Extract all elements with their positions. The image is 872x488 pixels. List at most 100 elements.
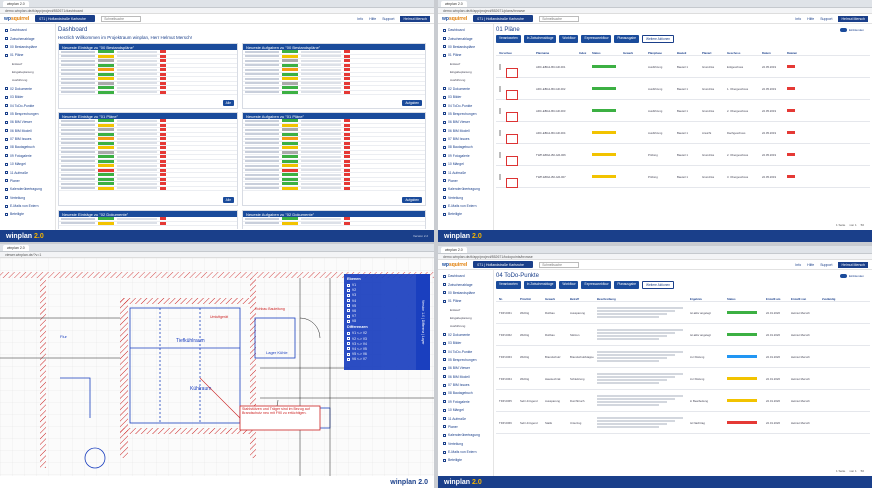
table-row[interactable]: ARC-EBG1-B0-GR-002 Ausführung Bauteil 1 Gru… <box>496 78 870 100</box>
file-badge[interactable] <box>160 86 166 90</box>
file-badge[interactable] <box>787 109 795 112</box>
sidebar-item[interactable]: Beteiligte <box>438 456 493 464</box>
table-row[interactable]: TDP-0066 Sehr dringend Statik Unterzug ist N… <box>496 412 870 434</box>
file-badge[interactable] <box>344 77 350 81</box>
checkbox-icon[interactable] <box>347 337 350 340</box>
layer-item[interactable]: V4 <-> V5 <box>347 347 413 351</box>
sidebar-item[interactable]: Verteilung <box>0 194 55 202</box>
sidebar-item[interactable]: 02 Dokumente <box>438 85 493 93</box>
nav-info[interactable]: Info <box>795 263 801 267</box>
sidebar-item[interactable]: Planer <box>438 177 493 185</box>
column-header[interactable]: Betreff <box>570 297 594 301</box>
file-badge[interactable] <box>160 123 166 127</box>
sidebar-item[interactable]: 02 Dokumente <box>438 331 493 339</box>
toolbar-button[interactable]: Workflow <box>559 35 579 44</box>
file-badge[interactable] <box>344 63 350 67</box>
file-badge[interactable] <box>344 186 350 190</box>
file-badge[interactable] <box>344 119 350 123</box>
sidebar-item[interactable]: 04 ToDo-Punkte <box>438 347 493 355</box>
file-badge[interactable] <box>344 217 350 221</box>
file-badge[interactable] <box>344 128 350 132</box>
file-badge[interactable] <box>344 177 350 181</box>
column-header[interactable]: Bauteil <box>677 51 699 55</box>
toolbar-button[interactable]: Verantworten <box>496 35 521 44</box>
table-row[interactable] <box>243 90 425 95</box>
sidebar-item[interactable]: 10 Mängel <box>438 160 493 168</box>
browser-tab[interactable]: winplan 2.0 <box>441 246 467 253</box>
column-header[interactable]: Status <box>727 297 763 301</box>
sidebar-item[interactable]: E-Mails von Extern <box>438 202 493 210</box>
file-badge[interactable] <box>344 146 350 150</box>
layer-item[interactable]: V5 <-> V6 <box>347 352 413 356</box>
toolbar-button[interactable]: In Zwischenablage <box>523 281 557 290</box>
checkbox-icon[interactable] <box>347 342 350 346</box>
quick-search-input[interactable]: Schnellsuche <box>539 261 580 268</box>
sidebar-item[interactable]: Entwurf <box>438 306 493 314</box>
toolbar-button[interactable]: Weitere Aktionen <box>642 35 675 44</box>
file-badge[interactable] <box>787 175 795 178</box>
layer-item[interactable]: V3 <box>347 293 413 297</box>
file-badge[interactable] <box>787 153 795 156</box>
nav-info[interactable]: Info <box>357 17 363 21</box>
file-badge[interactable] <box>160 54 166 58</box>
nav-help[interactable]: Hilfe <box>369 17 376 21</box>
viewer-side-tab[interactable]: Version 1.0 | Differenz | Layer <box>416 274 430 370</box>
sidebar-item[interactable]: 00 Bestandspläne <box>438 43 493 51</box>
column-header[interactable]: Geschoss <box>727 51 759 55</box>
checkbox-icon[interactable] <box>347 309 350 313</box>
toolbar-button[interactable]: Planausgabe <box>614 35 639 44</box>
sidebar-item[interactable]: 07 BIM Issues <box>438 381 493 389</box>
file-badge[interactable] <box>344 168 350 172</box>
column-header[interactable]: Ergebnis <box>690 297 724 301</box>
column-header[interactable]: Planname <box>536 51 576 55</box>
checkbox-icon[interactable] <box>347 293 350 297</box>
table-row[interactable]: TDP-0061 Wichtig Rohbau Aussparung ist aktiv… <box>496 302 870 324</box>
file-badge[interactable] <box>160 155 166 159</box>
file-badge[interactable] <box>160 217 166 221</box>
file-badge[interactable] <box>344 68 350 72</box>
preview-toggle[interactable]: Einblenden <box>839 28 864 32</box>
sidebar-item[interactable]: 04 ToDo-Punkte <box>0 101 55 109</box>
checkbox-icon[interactable] <box>347 288 350 292</box>
table-row[interactable]: TDP-0063 Wichtig Brandschutz Brandschutzkla… <box>496 346 870 368</box>
file-badge[interactable] <box>160 137 166 141</box>
table-row[interactable]: TWP-EBG1-B0-GR-006 Prüfung Bauteil 1 Grundr… <box>496 144 870 166</box>
sidebar-item[interactable]: Dashboard <box>0 26 55 34</box>
sidebar-item[interactable]: 02 Dokumente <box>0 85 55 93</box>
table-row[interactable] <box>243 221 425 226</box>
sidebar-item[interactable]: Eingabeplanung <box>0 68 55 76</box>
quick-search-input[interactable]: Schnellsuche <box>539 15 580 22</box>
checkbox-icon[interactable] <box>347 314 350 318</box>
layer-item[interactable]: V6 <-> V7 <box>347 357 413 361</box>
table-row[interactable] <box>243 186 425 191</box>
plan-thumbnail[interactable] <box>499 129 501 136</box>
table-row[interactable]: ARC-EBG1-B0-GR-004 Ausführung Bauteil 1 Ans… <box>496 122 870 144</box>
table-row[interactable]: TDP-0065 Sehr dringend Aussparung Durchbruc… <box>496 390 870 412</box>
file-badge[interactable] <box>160 72 166 76</box>
toolbar-button[interactable]: Expressworkflow <box>581 281 612 290</box>
file-badge[interactable] <box>344 90 350 94</box>
sidebar-item[interactable]: Dashboard <box>438 26 493 34</box>
tasks-button[interactable]: Aufgaben <box>402 99 422 106</box>
sidebar-item[interactable]: Planer <box>0 177 55 185</box>
file-badge[interactable] <box>160 146 166 150</box>
sidebar-item[interactable]: Ausführung <box>438 322 493 330</box>
column-header[interactable]: Nr. <box>499 297 517 301</box>
sidebar-item[interactable]: Beteiligte <box>0 210 55 218</box>
plan-thumbnail[interactable] <box>499 151 501 158</box>
file-badge[interactable] <box>344 54 350 58</box>
file-badge[interactable] <box>344 123 350 127</box>
column-header[interactable]: Datum <box>762 51 784 55</box>
sidebar-item[interactable]: 08 Bautagebuch <box>438 143 493 151</box>
plan-thumbnail[interactable] <box>499 63 501 70</box>
sidebar-item[interactable]: 09 Fotogalerie <box>438 152 493 160</box>
browser-tab[interactable]: winplan 2.0 <box>3 0 29 7</box>
table-row[interactable] <box>59 221 237 226</box>
file-badge[interactable] <box>160 132 166 136</box>
column-header[interactable]: Erstellt von <box>791 297 819 301</box>
sidebar-item[interactable]: Beteiligte <box>438 210 493 218</box>
file-badge[interactable] <box>344 155 350 159</box>
file-badge[interactable] <box>160 168 166 172</box>
sidebar-item[interactable]: 03 Bilder <box>438 93 493 101</box>
column-header[interactable]: Planphase <box>648 51 674 55</box>
